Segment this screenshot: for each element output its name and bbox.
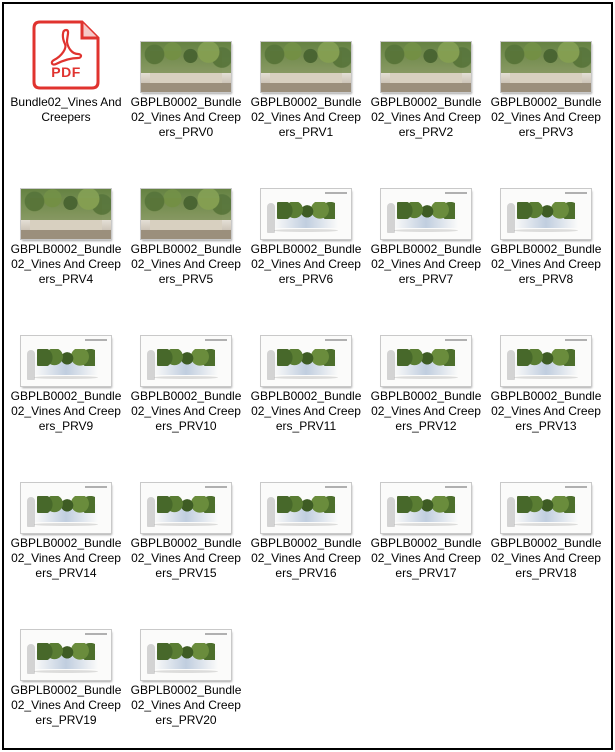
thumbnail-frame — [129, 163, 243, 239]
thumbnail-frame — [129, 457, 243, 533]
file-item[interactable]: GBPLB0002_Bundle02_Vines And Creepers_PR… — [129, 12, 243, 152]
file-name-label: GBPLB0002_Bundle02_Vines And Creepers_PR… — [130, 389, 242, 433]
thumbnail-frame — [129, 16, 243, 92]
file-item[interactable]: GBPLB0002_Bundle02_Vines And Creepers_PR… — [129, 600, 243, 740]
file-name-label: GBPLB0002_Bundle02_Vines And Creepers_PR… — [250, 95, 362, 139]
thumbnail-frame — [489, 163, 603, 239]
file-item[interactable]: GBPLB0002_Bundle02_Vines And Creepers_PR… — [489, 453, 603, 593]
thumbnail-frame — [9, 310, 123, 386]
file-name-label: GBPLB0002_Bundle02_Vines And Creepers_PR… — [130, 536, 242, 580]
thumbnail-frame — [369, 16, 483, 92]
file-name-label: GBPLB0002_Bundle02_Vines And Creepers_PR… — [490, 242, 602, 286]
thumbnail-frame — [9, 163, 123, 239]
file-item[interactable]: GBPLB0002_Bundle02_Vines And Creepers_PR… — [489, 12, 603, 152]
file-item[interactable]: GBPLB0002_Bundle02_Vines And Creepers_PR… — [369, 159, 483, 299]
file-item[interactable]: GBPLB0002_Bundle02_Vines And Creepers_PR… — [249, 306, 363, 446]
file-name-label: GBPLB0002_Bundle02_Vines And Creepers_PR… — [370, 95, 482, 139]
file-name-label: GBPLB0002_Bundle02_Vines And Creepers_PR… — [10, 683, 122, 727]
file-name-label: GBPLB0002_Bundle02_Vines And Creepers_PR… — [250, 536, 362, 580]
file-explorer-view: PDF Bundle02_Vines And Creepers GBPLB0002_… — [2, 2, 613, 750]
image-thumbnail — [141, 630, 231, 680]
image-thumbnail — [501, 189, 591, 239]
image-thumbnail — [381, 189, 471, 239]
file-name-label: GBPLB0002_Bundle02_Vines And Creepers_PR… — [370, 389, 482, 433]
file-item[interactable]: GBPLB0002_Bundle02_Vines And Creepers_PR… — [369, 453, 483, 593]
thumbnail-frame — [249, 16, 363, 92]
image-thumbnail — [381, 336, 471, 386]
file-item[interactable]: GBPLB0002_Bundle02_Vines And Creepers_PR… — [9, 306, 123, 446]
image-thumbnail — [21, 630, 111, 680]
thumbnail-frame — [9, 457, 123, 533]
file-name-label: GBPLB0002_Bundle02_Vines And Creepers_PR… — [250, 242, 362, 286]
image-thumbnail — [381, 42, 471, 92]
image-thumbnail — [21, 336, 111, 386]
file-name-label: GBPLB0002_Bundle02_Vines And Creepers_PR… — [130, 683, 242, 727]
pdf-file-icon: PDF — [9, 16, 123, 92]
thumbnail-frame — [249, 310, 363, 386]
image-thumbnail — [501, 483, 591, 533]
file-item[interactable]: GBPLB0002_Bundle02_Vines And Creepers_PR… — [489, 159, 603, 299]
thumbnail-frame — [129, 310, 243, 386]
file-name-label: GBPLB0002_Bundle02_Vines And Creepers_PR… — [130, 95, 242, 139]
thumbnail-frame — [9, 604, 123, 680]
file-name-label: GBPLB0002_Bundle02_Vines And Creepers_PR… — [10, 536, 122, 580]
image-thumbnail — [21, 189, 111, 239]
file-item[interactable]: GBPLB0002_Bundle02_Vines And Creepers_PR… — [9, 600, 123, 740]
thumbnail-frame — [369, 163, 483, 239]
file-name-label: GBPLB0002_Bundle02_Vines And Creepers_PR… — [250, 389, 362, 433]
image-thumbnail — [261, 483, 351, 533]
image-thumbnail — [141, 336, 231, 386]
image-thumbnail — [501, 336, 591, 386]
file-name-label: GBPLB0002_Bundle02_Vines And Creepers_PR… — [10, 389, 122, 433]
thumbnail-frame — [489, 310, 603, 386]
file-item[interactable]: PDF Bundle02_Vines And Creepers — [9, 12, 123, 152]
file-name-label: GBPLB0002_Bundle02_Vines And Creepers_PR… — [490, 95, 602, 139]
file-item[interactable]: GBPLB0002_Bundle02_Vines And Creepers_PR… — [249, 12, 363, 152]
thumbnail-frame — [369, 457, 483, 533]
image-thumbnail — [141, 483, 231, 533]
file-item[interactable]: GBPLB0002_Bundle02_Vines And Creepers_PR… — [489, 306, 603, 446]
file-grid: PDF Bundle02_Vines And Creepers GBPLB0002_… — [4, 4, 611, 748]
image-thumbnail — [381, 483, 471, 533]
image-thumbnail — [141, 189, 231, 239]
image-thumbnail — [141, 42, 231, 92]
thumbnail-frame — [129, 604, 243, 680]
file-name-label: GBPLB0002_Bundle02_Vines And Creepers_PR… — [130, 242, 242, 286]
thumbnail-frame — [249, 163, 363, 239]
file-item[interactable]: GBPLB0002_Bundle02_Vines And Creepers_PR… — [249, 159, 363, 299]
thumbnail-frame — [249, 457, 363, 533]
file-name-label: GBPLB0002_Bundle02_Vines And Creepers_PR… — [490, 536, 602, 580]
thumbnail-frame — [489, 16, 603, 92]
thumbnail-frame — [489, 457, 603, 533]
file-name-label: GBPLB0002_Bundle02_Vines And Creepers_PR… — [370, 242, 482, 286]
file-item[interactable]: GBPLB0002_Bundle02_Vines And Creepers_PR… — [369, 12, 483, 152]
file-name-label: GBPLB0002_Bundle02_Vines And Creepers_PR… — [490, 389, 602, 433]
file-item[interactable]: GBPLB0002_Bundle02_Vines And Creepers_PR… — [129, 159, 243, 299]
image-thumbnail — [261, 336, 351, 386]
image-thumbnail — [261, 42, 351, 92]
file-item[interactable]: GBPLB0002_Bundle02_Vines And Creepers_PR… — [369, 306, 483, 446]
file-item[interactable]: GBPLB0002_Bundle02_Vines And Creepers_PR… — [9, 159, 123, 299]
image-thumbnail — [501, 42, 591, 92]
thumbnail-frame — [369, 310, 483, 386]
file-item[interactable]: GBPLB0002_Bundle02_Vines And Creepers_PR… — [129, 453, 243, 593]
file-item[interactable]: GBPLB0002_Bundle02_Vines And Creepers_PR… — [9, 453, 123, 593]
file-name-label: GBPLB0002_Bundle02_Vines And Creepers_PR… — [370, 536, 482, 580]
file-name-label: GBPLB0002_Bundle02_Vines And Creepers_PR… — [10, 242, 122, 286]
file-name-label: Bundle02_Vines And Creepers — [10, 95, 122, 124]
image-thumbnail — [261, 189, 351, 239]
file-item[interactable]: GBPLB0002_Bundle02_Vines And Creepers_PR… — [249, 453, 363, 593]
image-thumbnail — [21, 483, 111, 533]
pdf-badge: PDF — [51, 64, 81, 80]
file-item[interactable]: GBPLB0002_Bundle02_Vines And Creepers_PR… — [129, 306, 243, 446]
